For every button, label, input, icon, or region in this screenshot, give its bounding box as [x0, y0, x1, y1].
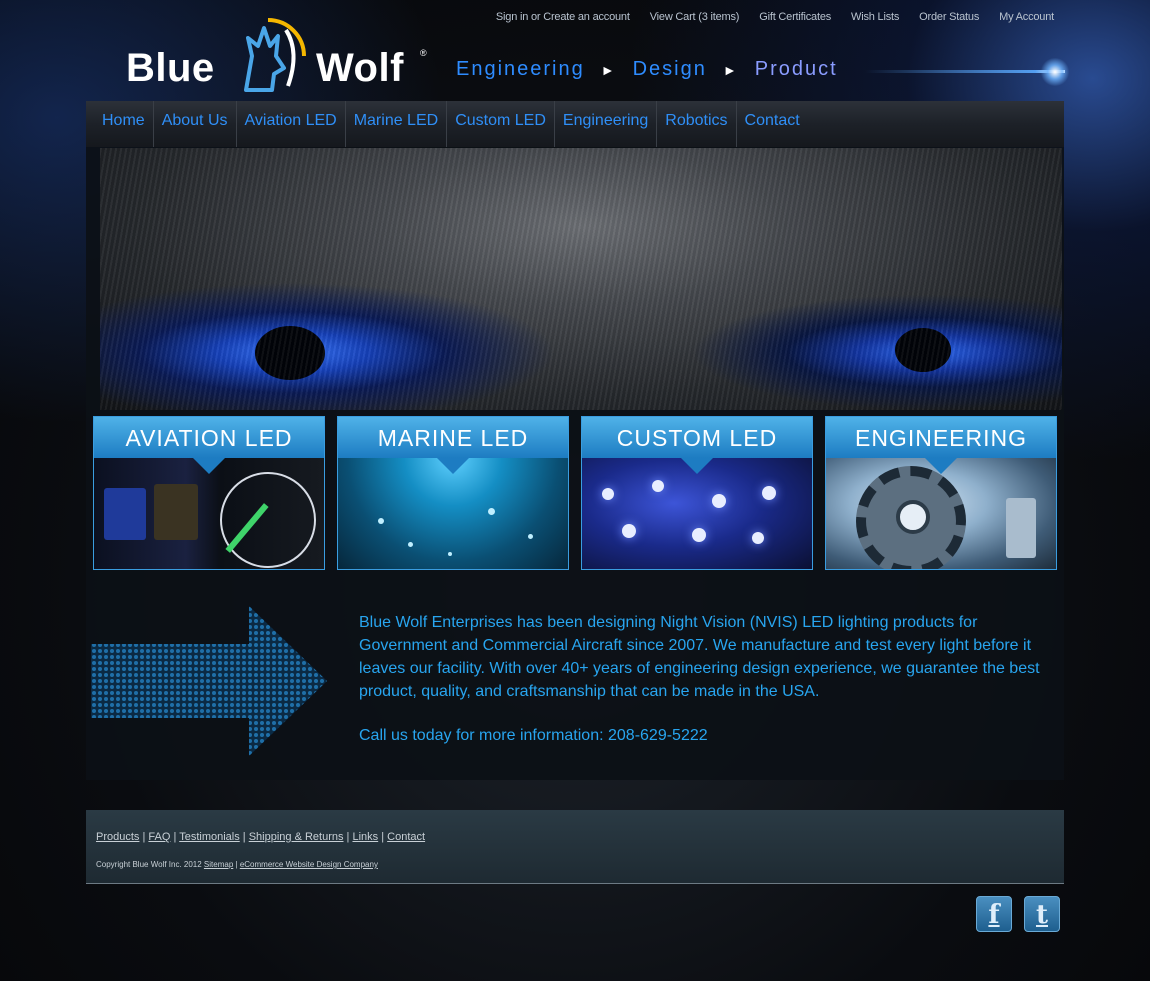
tile-aviation-led[interactable]: AVIATION LED — [93, 416, 325, 570]
gift-certificates-link[interactable]: Gift Certificates — [759, 11, 831, 23]
tile-notch — [437, 458, 469, 474]
footer-link-shipping[interactable]: Shipping & Returns — [249, 831, 344, 843]
tile-title: ENGINEERING — [826, 417, 1056, 458]
tile-notch — [681, 458, 713, 474]
tile-marine-led[interactable]: MARINE LED — [337, 416, 569, 570]
arrow-graphic-icon — [91, 606, 327, 756]
wish-lists-link[interactable]: Wish Lists — [851, 11, 899, 23]
tile-notch — [193, 458, 225, 474]
tagline: Engineering ► Design ► Product — [456, 58, 838, 81]
twitter-icon[interactable]: t — [1024, 896, 1060, 932]
light-beam — [865, 70, 1065, 73]
footer-link-testimonials[interactable]: Testimonials — [179, 831, 240, 843]
nav-engineering[interactable]: Engineering — [555, 101, 658, 147]
nav-custom-led[interactable]: Custom LED — [447, 101, 555, 147]
tagline-engineering: Engineering — [456, 58, 585, 80]
top-links: Sign in or Create an account View Cart (… — [496, 11, 1054, 23]
main-nav: Home About Us Aviation LED Marine LED Cu… — [86, 101, 1064, 147]
tagline-product: Product — [754, 58, 838, 80]
hero-wolf-eyes-image — [100, 148, 1062, 410]
tile-title: CUSTOM LED — [582, 417, 812, 458]
nav-about-us[interactable]: About Us — [154, 101, 237, 147]
copyright-text: Copyright Blue Wolf Inc. 2012 — [96, 860, 202, 869]
tagline-design: Design — [632, 58, 707, 80]
nav-marine-led[interactable]: Marine LED — [346, 101, 448, 147]
gear-machinery-image — [826, 458, 1056, 569]
my-account-link[interactable]: My Account — [999, 11, 1054, 23]
call-to-action: Call us today for more information: 208-… — [359, 727, 708, 744]
logo-word-blue: Blue — [126, 46, 215, 90]
underwater-bubbles-image — [338, 458, 568, 569]
order-status-link[interactable]: Order Status — [919, 11, 979, 23]
tile-title: AVIATION LED — [94, 417, 324, 458]
footer-link-links[interactable]: Links — [352, 831, 378, 843]
tile-engineering[interactable]: ENGINEERING — [825, 416, 1057, 570]
tile-title: MARINE LED — [338, 417, 568, 458]
design-company-link[interactable]: eCommerce Website Design Company — [240, 860, 378, 869]
footer-link-contact[interactable]: Contact — [387, 831, 425, 843]
nav-home[interactable]: Home — [94, 101, 154, 147]
logo[interactable]: Blue Wolf ® — [126, 16, 436, 96]
footer: Products | FAQ | Testimonials | Shipping… — [86, 810, 1064, 884]
nav-contact[interactable]: Contact — [737, 101, 808, 147]
light-flare — [1040, 58, 1070, 86]
footer-link-faq[interactable]: FAQ — [148, 831, 170, 843]
right-pupil — [895, 328, 951, 372]
view-cart-link[interactable]: View Cart (3 items) — [650, 11, 740, 23]
intro-paragraph: Blue Wolf Enterprises has been designing… — [359, 614, 1040, 700]
logo-word-wolf: Wolf — [316, 46, 404, 90]
sitemap-link[interactable]: Sitemap — [204, 860, 233, 869]
wolf-head-icon — [244, 18, 306, 92]
footer-links: Products | FAQ | Testimonials | Shipping… — [96, 831, 426, 843]
nav-aviation-led[interactable]: Aviation LED — [237, 101, 346, 147]
facebook-icon[interactable]: f — [976, 896, 1012, 932]
copyright: Copyright Blue Wolf Inc. 2012 Sitemap | … — [96, 860, 378, 869]
registered-mark: ® — [420, 48, 427, 58]
left-pupil — [255, 326, 325, 380]
tile-custom-led[interactable]: CUSTOM LED — [581, 416, 813, 570]
tile-notch — [925, 458, 957, 474]
arrow-right-icon: ► — [722, 61, 739, 78]
footer-link-products[interactable]: Products — [96, 831, 139, 843]
arrow-right-icon: ► — [600, 61, 617, 78]
led-strip-image — [582, 458, 812, 569]
aviation-cockpit-image — [94, 458, 324, 569]
sign-in-link[interactable]: Sign in or Create an account — [496, 11, 630, 23]
nav-robotics[interactable]: Robotics — [657, 101, 737, 147]
